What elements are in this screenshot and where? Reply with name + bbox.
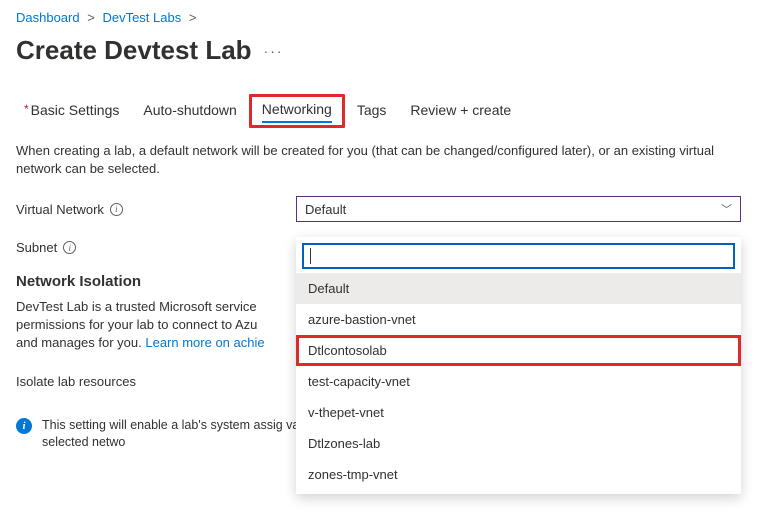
subnet-label-text: Subnet	[16, 240, 57, 255]
dropdown-option[interactable]: zones-tmp-vnet	[296, 459, 741, 490]
tab-basic-settings[interactable]: Basic Settings	[12, 94, 131, 128]
tab-auto-shutdown[interactable]: Auto-shutdown	[131, 94, 248, 128]
info-icon[interactable]: i	[110, 203, 123, 216]
tab-description: When creating a lab, a default network w…	[16, 142, 716, 178]
dropdown-option[interactable]: test-capacity-vnet	[296, 366, 741, 397]
breadcrumb-sep: >	[185, 10, 201, 25]
tab-tags[interactable]: Tags	[345, 94, 399, 128]
tab-review-create[interactable]: Review + create	[398, 94, 523, 128]
vnet-select[interactable]: Default ﹀	[296, 196, 741, 222]
text-cursor	[310, 248, 311, 264]
dropdown-search-input[interactable]	[302, 243, 735, 269]
more-button[interactable]: ···	[264, 43, 284, 59]
title-row: Create Devtest Lab ···	[0, 29, 757, 84]
dropdown-option[interactable]: Dtlzones-lab	[296, 428, 741, 459]
breadcrumb-link-dashboard[interactable]: Dashboard	[16, 10, 80, 25]
breadcrumb-sep: >	[83, 10, 99, 25]
field-virtual-network: Virtual Network i Default ﹀	[16, 196, 741, 222]
vnet-label-text: Virtual Network	[16, 202, 104, 217]
page-title: Create Devtest Lab	[16, 35, 252, 66]
learn-more-link[interactable]: Learn more on achie	[145, 335, 264, 350]
vnet-dropdown: Default azure-bastion-vnet Dtlcontosolab…	[296, 237, 741, 494]
subnet-label: Subnet i	[16, 240, 296, 255]
dropdown-option-dtlcontosolab[interactable]: Dtlcontosolab	[296, 335, 741, 366]
isolation-desc-line1: DevTest Lab is a trusted Microsoft servi…	[16, 299, 257, 314]
dropdown-option[interactable]: v-thepet-vnet	[296, 397, 741, 428]
dropdown-option[interactable]: azure-bastion-vnet	[296, 304, 741, 335]
isolation-desc-line3: and manages for you.	[16, 335, 145, 350]
tabs: Basic Settings Auto-shutdown Networking …	[0, 94, 757, 128]
isolation-desc-line2: permissions for your lab to connect to A…	[16, 317, 257, 332]
tab-networking[interactable]: Networking	[249, 94, 345, 128]
vnet-select-value: Default	[305, 202, 346, 217]
breadcrumb-link-devtestlabs[interactable]: DevTest Labs	[102, 10, 181, 25]
chevron-down-icon: ﹀	[721, 201, 732, 217]
dropdown-option-default[interactable]: Default	[296, 273, 741, 304]
vnet-label: Virtual Network i	[16, 202, 296, 217]
breadcrumb: Dashboard > DevTest Labs >	[0, 0, 757, 29]
info-icon: i	[16, 418, 32, 434]
info-icon[interactable]: i	[63, 241, 76, 254]
